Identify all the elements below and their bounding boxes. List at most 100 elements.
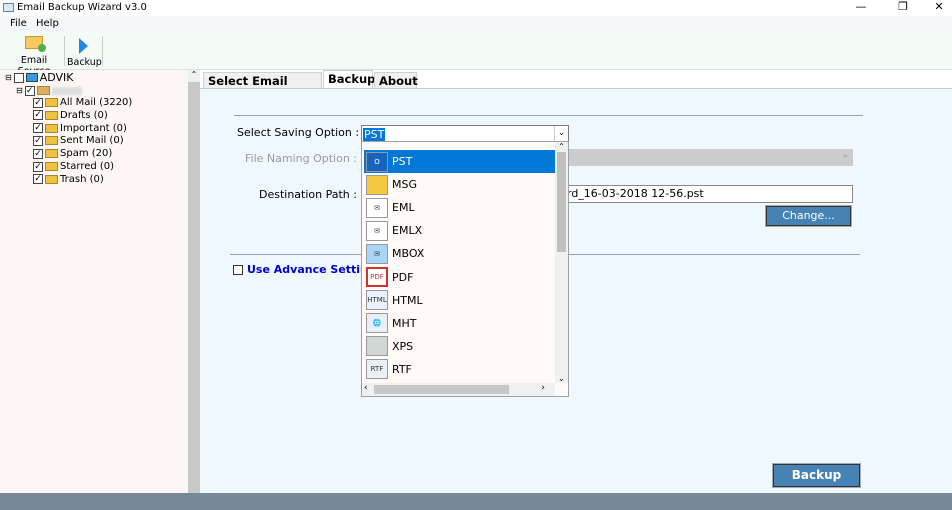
backup-toolbar-button[interactable]: Backup — [67, 34, 102, 68]
drafts-icon — [45, 110, 58, 120]
account-label-blurred — [51, 86, 82, 95]
tree-root[interactable]: ⊟ ADVIK — [5, 71, 74, 84]
option-label: RTF — [392, 362, 412, 376]
minimize-button[interactable]: — — [846, 0, 876, 16]
tree-folder[interactable]: ✓ Drafts (0) — [33, 109, 108, 122]
option-label: EML — [392, 201, 415, 215]
root-label: ADVIK — [39, 71, 74, 84]
folder-tree: ⊟ ADVIK ⊟ ✓ ✓ All Mail (3220) ✓ Drafts (0) ✓ I… — [0, 70, 188, 493]
email-source-button[interactable]: Email Source — [6, 34, 62, 77]
dropdown-option[interactable]: ✉ MBOX — [364, 242, 556, 265]
tree-folder[interactable]: ✓ Important (0) — [33, 122, 127, 135]
option-label: MHT — [392, 316, 417, 330]
checkbox[interactable]: ✓ — [33, 161, 43, 172]
option-label: MSG — [392, 178, 417, 192]
option-label: XPS — [392, 339, 414, 353]
tab-select-email-source[interactable]: Select Email Source — [203, 72, 322, 104]
menu-file[interactable]: File — [10, 18, 27, 29]
checkbox[interactable]: ✓ — [33, 148, 43, 159]
checkbox[interactable]: ✓ — [33, 97, 43, 108]
folder-label: Important (0) — [60, 122, 127, 134]
checkbox[interactable]: ✓ — [33, 135, 43, 146]
dropdown-option[interactable]: HTML HTML — [364, 289, 556, 312]
scroll-up-icon[interactable]: ⌃ — [188, 70, 200, 82]
emlx-envelope-icon: ✉ — [366, 220, 388, 241]
divider — [234, 115, 863, 116]
tab-bar: Select Email Source Backup About — [200, 70, 952, 104]
status-bar — [0, 493, 952, 510]
backup-toolbar-label: Backup — [67, 57, 102, 68]
toolbar: Email Source Backup — [0, 32, 952, 77]
saving-option-dropdown: O PST MSG ✉ EML ✉ EMLX ✉ MBOX PDF PDF HTML HTML 🌐 MHT X… — [361, 141, 569, 397]
dropdown-option[interactable]: ✉ EML — [364, 196, 556, 219]
folder-label: All Mail (3220) — [60, 97, 133, 108]
option-label: PST — [392, 155, 413, 168]
rtf-icon: RTF — [366, 359, 388, 380]
file-naming-select: ⌄ — [560, 149, 853, 166]
checkbox[interactable] — [13, 72, 24, 83]
scroll-down-icon[interactable]: ⌄ — [555, 374, 568, 383]
menu-help[interactable]: Help — [36, 18, 59, 29]
dropdown-option[interactable]: O PST — [364, 150, 556, 173]
folder-label: Drafts (0) — [60, 109, 108, 121]
pdf-icon: PDF — [366, 267, 388, 287]
checkbox[interactable]: ✓ — [33, 123, 43, 134]
folder-label: Spam (20) — [60, 148, 113, 160]
folder-label: Starred (0) — [60, 161, 115, 172]
folder-label: Trash (0) — [60, 173, 104, 185]
dropdown-option[interactable]: MSG — [364, 173, 556, 196]
menu-bar: File Help — [0, 16, 952, 32]
scroll-thumb[interactable] — [374, 385, 509, 394]
mht-icon: 🌐 — [366, 313, 388, 334]
eml-envelope-icon: ✉ — [366, 197, 388, 218]
folder-add-icon — [25, 36, 46, 52]
dropdown-option[interactable]: PDF PDF — [364, 266, 556, 289]
msg-envelope-icon — [366, 174, 388, 195]
chevron-down-icon[interactable]: ⌄ — [554, 126, 568, 142]
tree-folder[interactable]: ✓ Spam (20) — [33, 147, 112, 160]
tree-folder[interactable]: ✓ Starred (0) — [33, 160, 114, 173]
dropdown-option[interactable]: ✉ EMLX — [364, 219, 556, 242]
file-naming-label: File Naming Option : — [245, 152, 358, 165]
option-label: HTML — [392, 293, 423, 307]
tree-scrollbar[interactable]: ⌃ — [188, 70, 200, 493]
option-label: PDF — [392, 270, 414, 284]
dropdown-option[interactable]: 🌐 MHT — [364, 312, 556, 335]
account-icon — [36, 86, 50, 95]
dropdown-horizontal-scrollbar[interactable]: ‹ › — [362, 383, 555, 396]
restore-button[interactable]: ❐ — [888, 0, 918, 16]
computer-icon — [25, 73, 38, 82]
scroll-left-icon[interactable]: ‹ — [364, 383, 368, 393]
folder-icon — [45, 149, 58, 159]
checkbox[interactable]: ✓ — [24, 85, 35, 96]
tree-folder[interactable]: ✓ Trash (0) — [33, 173, 104, 186]
scroll-right-icon[interactable]: › — [541, 383, 545, 393]
sent-icon — [45, 136, 58, 146]
play-icon — [78, 38, 88, 54]
tab-about[interactable]: About — [374, 72, 418, 89]
scroll-up-icon[interactable]: ⌃ — [555, 142, 568, 152]
close-button[interactable]: ✕ — [924, 0, 952, 16]
advance-settings-checkbox[interactable] — [233, 265, 243, 275]
dropdown-option[interactable]: RTF RTF — [364, 358, 556, 381]
tree-folder[interactable]: ✓ All Mail (3220) — [33, 96, 132, 109]
trash-icon — [45, 174, 58, 184]
title-bar: Email Backup Wizard v3.0 — ❐ ✕ — [0, 0, 952, 16]
folder-icon — [45, 98, 58, 107]
tab-backup[interactable]: Backup — [323, 70, 375, 89]
change-button[interactable]: Change... — [765, 205, 852, 227]
folder-label: Sent Mail (0) — [60, 135, 124, 147]
saving-option-value: PST — [363, 128, 386, 141]
checkbox[interactable]: ✓ — [33, 110, 43, 121]
checkbox[interactable]: ✓ — [33, 174, 43, 185]
destination-path-input[interactable]: rd_16-03-2018 12-56.pst — [560, 185, 853, 203]
html-icon: HTML — [366, 290, 388, 311]
backup-button[interactable]: Backup — [772, 463, 861, 488]
dropdown-option[interactable]: XPS — [364, 335, 556, 358]
outlook-icon: O — [366, 151, 388, 172]
backup-panel: Select Saving Option : PST ⌄ File Naming… — [200, 88, 952, 493]
scroll-thumb[interactable] — [557, 152, 566, 252]
tree-folder[interactable]: ✓ Sent Mail (0) — [33, 134, 124, 147]
mbox-icon: ✉ — [366, 243, 388, 264]
dropdown-vertical-scrollbar[interactable]: ⌃ ⌄ — [555, 142, 568, 383]
